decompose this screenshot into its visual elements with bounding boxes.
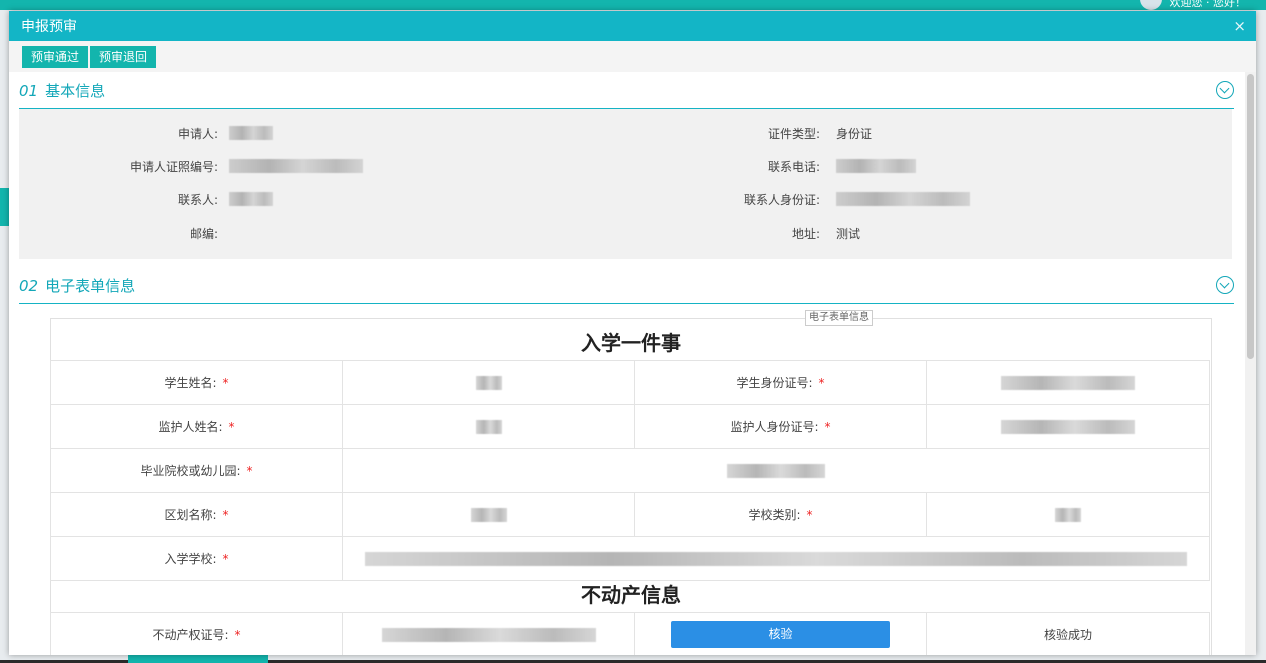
section-title: 电子表单信息: [45, 276, 136, 295]
user-greeting: 欢迎您 · 您好！: [1169, 0, 1247, 9]
verify-button[interactable]: 核验: [671, 621, 890, 648]
phone-value-redacted: [836, 159, 916, 173]
dialog-titlebar: 申报预审 ×: [9, 11, 1256, 41]
enroll-school-redacted: [365, 551, 1187, 566]
graduated-school-label: 毕业院校或幼儿园:: [140, 464, 241, 478]
verify-cell: 核验: [634, 612, 927, 655]
dialog-content: 01 基本信息 申请人: 证件类型: 身份证 申请人证照编号: 联系电话: 联系人…: [9, 72, 1245, 655]
close-icon[interactable]: ×: [1233, 17, 1246, 35]
contact-id-label: 联系人身份证:: [743, 193, 820, 207]
contact-id-value-redacted: [836, 192, 970, 206]
required-mark: *: [222, 508, 229, 522]
student-id-label: 学生身份证号:: [736, 376, 813, 390]
student-name-value-cell: [342, 360, 635, 405]
cert-type-label: 证件类型:: [767, 127, 820, 141]
guardian-id-label: 监护人身份证号:: [730, 420, 819, 434]
form-title-property: 不动产信息: [581, 583, 681, 607]
basic-info-panel: 申请人: 证件类型: 身份证 申请人证照编号: 联系电话: 联系人: 联系人身份…: [19, 109, 1232, 259]
guardian-name-value-cell: [342, 404, 635, 449]
address-value: 测试: [836, 227, 861, 241]
contact-value-redacted: [229, 192, 273, 206]
section-basic-header: 01 基本信息: [19, 72, 1234, 109]
enroll-school-value-cell: [342, 536, 1210, 581]
property-cert-label: 不动产权证号:: [152, 628, 229, 642]
vertical-scrollbar[interactable]: [1245, 72, 1256, 655]
applicant-id-label: 申请人证照编号:: [129, 160, 218, 174]
scrollbar-thumb[interactable]: [1247, 74, 1254, 359]
guardian-id-label-cell: 监护人身份证号: *: [634, 404, 927, 449]
background-user-area: 欢迎您 · 您好！: [1139, 0, 1247, 10]
guardian-name-label: 监护人姓名:: [158, 420, 223, 434]
required-mark: *: [246, 464, 253, 478]
form-tag: 电子表单信息: [805, 310, 873, 326]
required-mark: *: [222, 552, 229, 566]
table-row: 不动产权证号: * 核验 核验成功: [50, 612, 1210, 655]
table-row: 区划名称: * 学校类别: *: [50, 492, 1210, 537]
student-name-label: 学生姓名:: [164, 376, 217, 390]
reject-button[interactable]: 预审退回: [90, 45, 157, 68]
district-label-cell: 区划名称: *: [50, 492, 343, 537]
district-redacted: [470, 507, 507, 522]
postcode-label: 邮编:: [189, 227, 218, 241]
required-mark: *: [234, 628, 241, 642]
table-row: 学生姓名: * 学生身份证号: *: [50, 360, 1210, 405]
required-mark: *: [222, 376, 229, 390]
toolbar: 预审通过 预审退回: [9, 41, 1256, 72]
property-cert-label-cell: 不动产权证号: *: [50, 612, 343, 655]
property-table: 不动产权证号: * 核验 核验成功: [50, 612, 1210, 655]
phone-label: 联系电话:: [767, 160, 820, 174]
required-mark: *: [818, 376, 825, 390]
applicant-value-redacted: [229, 126, 273, 140]
student-name-label-cell: 学生姓名: *: [50, 360, 343, 405]
background-header: [0, 0, 1266, 10]
guardian-id-value-cell: [926, 404, 1210, 449]
section-number: 01: [19, 81, 39, 100]
collapse-toggle-icon[interactable]: [1216, 81, 1234, 99]
section-form-header: 02 电子表单信息: [19, 267, 1234, 304]
collapse-toggle-icon[interactable]: [1216, 276, 1234, 294]
school-type-value-cell: [926, 492, 1210, 537]
district-label: 区划名称:: [164, 508, 217, 522]
enroll-school-label: 入学学校:: [164, 552, 217, 566]
student-id-label-cell: 学生身份证号: *: [634, 360, 927, 405]
guardian-id-redacted: [1001, 419, 1135, 434]
section-number: 02: [19, 276, 39, 295]
guardian-name-redacted: [475, 419, 502, 434]
table-row: 入学学校: *: [50, 536, 1210, 581]
graduated-school-redacted: [727, 463, 825, 478]
school-type-redacted: [1055, 507, 1081, 522]
address-label: 地址:: [791, 227, 820, 241]
required-mark: *: [824, 420, 831, 434]
verify-status: 核验成功: [1043, 628, 1092, 642]
property-cert-redacted: [381, 627, 596, 642]
preview-dialog: 申报预审 × 预审通过 预审退回 01 基本信息 申请人: 证件类型: 身份证 申…: [9, 11, 1256, 655]
approve-button[interactable]: 预审通过: [22, 45, 89, 68]
graduated-school-value-cell: [342, 448, 1210, 493]
cert-type-value: 身份证: [836, 127, 873, 141]
student-name-redacted: [475, 375, 502, 390]
enroll-school-label-cell: 入学学校: *: [50, 536, 343, 581]
student-id-value-cell: [926, 360, 1210, 405]
guardian-name-label-cell: 监护人姓名: *: [50, 404, 343, 449]
student-id-redacted: [1001, 375, 1135, 390]
verify-status-cell: 核验成功: [926, 612, 1210, 655]
enrollment-table: 学生姓名: * 学生身份证号: * 监护人姓名: * 监护人身份证号: * 毕业院校或幼…: [50, 360, 1210, 581]
graduated-school-label-cell: 毕业院校或幼儿园: *: [50, 448, 343, 493]
district-value-cell: [342, 492, 635, 537]
table-row: 毕业院校或幼儿园: *: [50, 448, 1210, 493]
contact-label: 联系人:: [177, 193, 218, 207]
school-type-label: 学校类别:: [748, 508, 801, 522]
applicant-id-value-redacted: [229, 159, 363, 173]
applicant-label: 申请人:: [177, 127, 218, 141]
school-type-label-cell: 学校类别: *: [634, 492, 927, 537]
section-title: 基本信息: [45, 81, 106, 100]
dialog-title: 申报预审: [21, 19, 77, 35]
avatar: [1139, 0, 1162, 10]
required-mark: *: [228, 420, 235, 434]
required-mark: *: [806, 508, 813, 522]
form-title-enrollment: 入学一件事: [581, 331, 681, 355]
table-row: 监护人姓名: * 监护人身份证号: *: [50, 404, 1210, 449]
background-active-tab: [128, 654, 268, 663]
property-cert-value-cell: [342, 612, 635, 655]
